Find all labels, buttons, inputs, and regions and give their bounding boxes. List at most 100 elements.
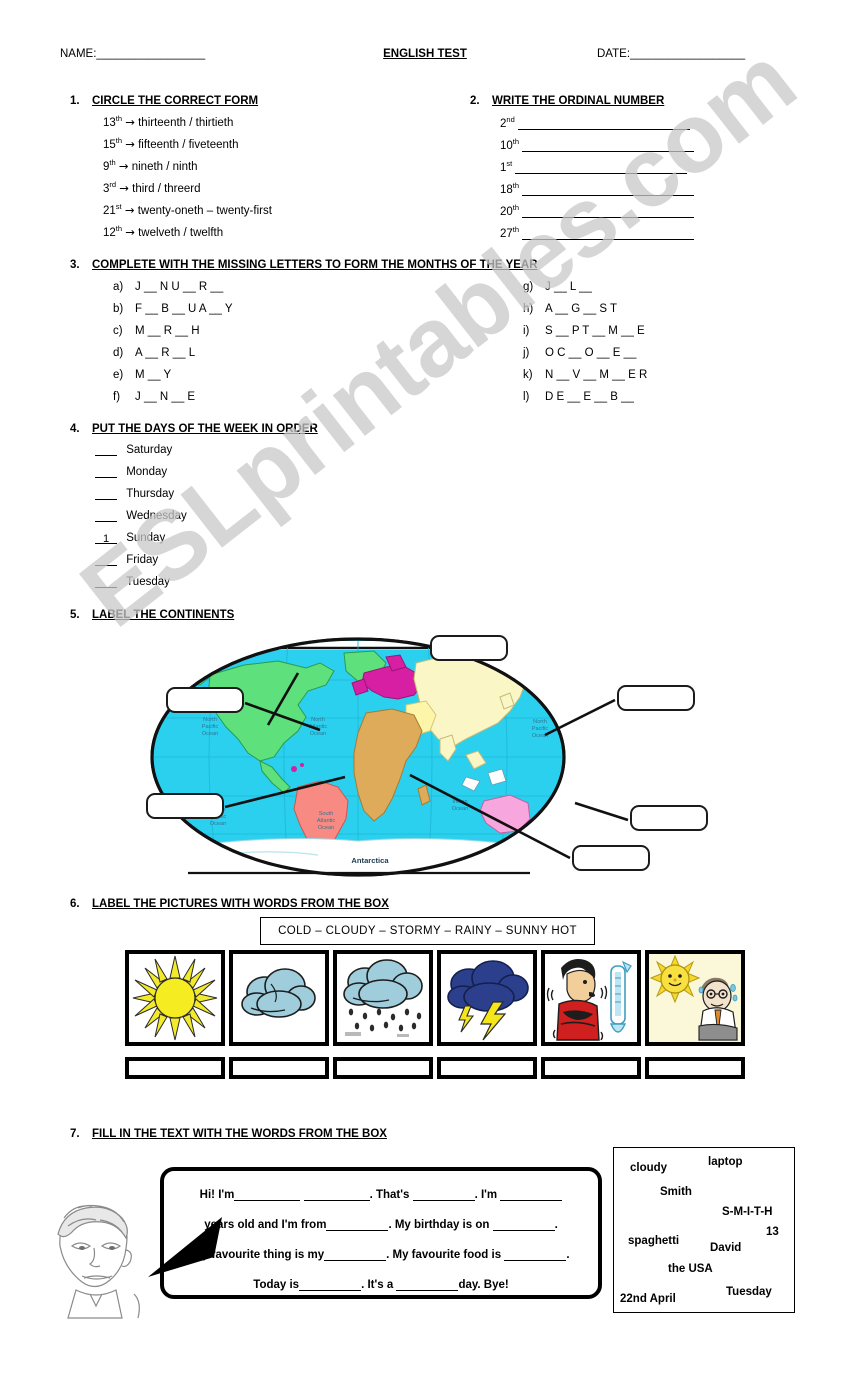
exercise-2-number: 2. xyxy=(470,95,480,107)
hot-picture xyxy=(645,950,745,1046)
ex4-day-row[interactable]: Tuesday xyxy=(95,576,170,588)
word-bank-item[interactable]: S-M-I-T-H xyxy=(722,1206,772,1218)
exercise-4-heading: 4. PUT THE DAYS OF THE WEEK IN ORDER xyxy=(70,423,318,435)
ex2-item-4[interactable]: 18th xyxy=(500,181,695,196)
word-bank-item[interactable]: 13 xyxy=(766,1226,779,1238)
ex2-item-1[interactable]: 2nd xyxy=(500,115,690,130)
ex4-day-row[interactable]: Wednesday xyxy=(95,510,187,522)
day-label: Tuesday xyxy=(126,576,170,588)
word-bank-item[interactable]: 22nd April xyxy=(620,1293,676,1305)
order-blank[interactable] xyxy=(95,467,117,478)
continent-label-box-left-upper[interactable] xyxy=(166,687,244,713)
answer-blank[interactable] xyxy=(515,163,688,174)
order-blank[interactable] xyxy=(95,577,117,588)
answer-blank[interactable] xyxy=(522,141,695,152)
ex7-text-line-2[interactable]: years old and I'm from. My birthday is o… xyxy=(164,1219,598,1231)
ex6-answer-box-1[interactable] xyxy=(125,1057,225,1079)
ex6-answer-box-5[interactable] xyxy=(541,1057,641,1079)
shivering-person-thermometer-icon xyxy=(546,959,632,1041)
continent-label-box-left-lower[interactable] xyxy=(146,793,224,819)
fill-blank[interactable] xyxy=(412,1189,475,1201)
order-blank[interactable] xyxy=(95,489,117,500)
word-bank-item[interactable]: the USA xyxy=(668,1263,713,1275)
answer-blank[interactable] xyxy=(522,207,695,218)
ex3-item-a[interactable]: a) J __ N U __ R __ xyxy=(113,281,223,293)
ex1-item-5[interactable]: 21st → twenty-oneth – twenty-first xyxy=(103,202,272,217)
ex3-item-f[interactable]: f) J __ N __ E xyxy=(113,391,195,403)
speech-bubble-tail xyxy=(148,1217,222,1277)
word-bank-item[interactable]: spaghetti xyxy=(628,1235,679,1247)
word-bank-item[interactable]: David xyxy=(710,1242,741,1254)
word-bank-item[interactable]: laptop xyxy=(708,1156,743,1168)
answer-blank[interactable] xyxy=(517,119,690,130)
answer-blank[interactable] xyxy=(522,229,695,240)
ex3-item-l[interactable]: l) D E __ E __ B __ xyxy=(523,391,634,403)
ex6-answer-box-2[interactable] xyxy=(229,1057,329,1079)
ex1-item-4[interactable]: 3rd → third / threerd xyxy=(103,180,201,195)
ex4-day-row[interactable]: Monday xyxy=(95,466,167,478)
fill-blank[interactable] xyxy=(234,1189,301,1201)
word-bank-item[interactable]: Tuesday xyxy=(726,1286,772,1298)
ex7-text-line-4[interactable]: Today is. It's a day. Bye! xyxy=(164,1279,598,1291)
exercise-3-title: COMPLETE WITH THE MISSING LETTERS TO FOR… xyxy=(92,259,538,271)
exercise-1-title: CIRCLE THE CORRECT FORM xyxy=(92,95,259,107)
order-blank[interactable] xyxy=(95,555,117,566)
fill-blank[interactable] xyxy=(396,1279,459,1291)
fill-blank[interactable] xyxy=(500,1189,563,1201)
ex1-item-1[interactable]: 13th → thirteenth / thirtieth xyxy=(103,114,233,129)
arrow-icon: → xyxy=(124,202,135,217)
ex3-item-j[interactable]: j) O C __ O __ E __ xyxy=(523,347,636,359)
day-label: Saturday xyxy=(126,444,173,456)
ex7-text-line-3[interactable]: My favourite thing is my. My favourite f… xyxy=(164,1249,598,1261)
ex3-item-d[interactable]: d) A __ R __ L xyxy=(113,347,195,359)
ex6-answer-box-3[interactable] xyxy=(333,1057,433,1079)
ex3-item-g[interactable]: g) J __ L __ xyxy=(523,281,592,293)
ex6-answer-box-4[interactable] xyxy=(437,1057,537,1079)
fill-blank[interactable] xyxy=(504,1249,567,1261)
cloud-icon xyxy=(241,968,316,1018)
continent-label-box-top[interactable] xyxy=(430,635,508,661)
ex3-item-c[interactable]: c) M __ R __ H xyxy=(113,325,200,337)
worksheet-page: ESLprintables.com NAME:_________________… xyxy=(0,0,850,1400)
ex3-item-e[interactable]: e) M __ Y xyxy=(113,369,171,381)
order-blank[interactable] xyxy=(95,511,117,522)
ex1-item-2[interactable]: 15th → fifteenth / fiveteenth xyxy=(103,136,238,151)
storm-cloud-lightning-icon xyxy=(447,960,529,1041)
word-bank-item[interactable]: cloudy xyxy=(630,1162,667,1174)
ex1-item-6[interactable]: 12th → twelveth / twelfth xyxy=(103,224,223,239)
answer-blank[interactable] xyxy=(522,185,695,196)
fill-blank[interactable] xyxy=(326,1219,389,1231)
ex3-item-i[interactable]: i) S __ P T __ M __ E xyxy=(523,325,645,337)
label-connector-lines xyxy=(224,672,629,860)
word-bank-item[interactable]: Smith xyxy=(660,1186,692,1198)
ex3-item-k[interactable]: k) N __ V __ M __ E R xyxy=(523,369,647,381)
ex2-item-3[interactable]: 1st xyxy=(500,159,688,174)
fill-blank[interactable] xyxy=(492,1219,555,1231)
continent-label-box-right-lower[interactable] xyxy=(630,805,708,831)
exercise-5-number: 5. xyxy=(70,609,80,621)
ex1-item-3[interactable]: 9th → nineth / ninth xyxy=(103,158,198,173)
order-blank[interactable] xyxy=(95,445,117,456)
date-field-label[interactable]: DATE:__________________ xyxy=(597,48,745,60)
fill-blank[interactable] xyxy=(324,1249,387,1261)
ex7-text-line-1[interactable]: Hi! I'm . That's . I'm xyxy=(164,1189,598,1201)
continent-label-box-bottom[interactable] xyxy=(572,845,650,871)
ex2-item-6[interactable]: 27th xyxy=(500,225,695,240)
fill-blank[interactable] xyxy=(303,1189,370,1201)
rain-cloud-icon xyxy=(343,959,423,1037)
ex4-day-row[interactable]: Friday xyxy=(95,554,158,566)
ex2-item-2[interactable]: 10th xyxy=(500,137,695,152)
fill-blank[interactable] xyxy=(299,1279,362,1291)
order-blank[interactable]: 1 xyxy=(95,533,117,545)
ex4-day-row[interactable]: Saturday xyxy=(95,444,172,456)
ex6-answer-box-6[interactable] xyxy=(645,1057,745,1079)
exercise-1-number: 1. xyxy=(70,95,80,107)
ex4-day-row[interactable]: Thursday xyxy=(95,488,174,500)
continent-label-box-right-upper[interactable] xyxy=(617,685,695,711)
ex2-item-5[interactable]: 20th xyxy=(500,203,695,218)
day-label: Monday xyxy=(126,466,168,478)
exercise-5-heading: 5. LABEL THE CONTINENTS xyxy=(70,609,234,621)
ex3-item-b[interactable]: b) F __ B __ U A __ Y xyxy=(113,303,233,315)
ex3-item-h[interactable]: h) A __ G __ S T xyxy=(523,303,617,315)
ex4-day-row[interactable]: 1 Sunday xyxy=(95,532,165,545)
